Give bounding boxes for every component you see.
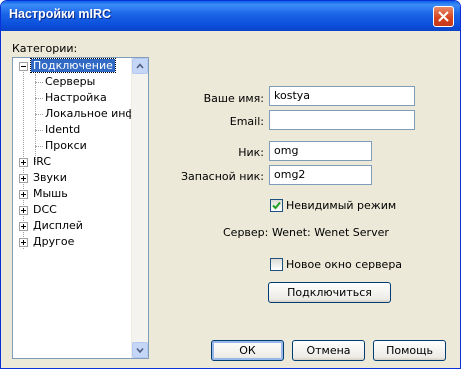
tree-item-label: Локальное инфо [45, 107, 142, 120]
email-label: Email: [229, 115, 264, 128]
expand-icon[interactable] [19, 158, 28, 167]
collapse-icon[interactable] [19, 62, 28, 71]
server-value: Wenet: Wenet Server [272, 226, 389, 239]
window-title: Настройки mIRC [9, 7, 112, 21]
tree-item-label: Identd [45, 123, 81, 136]
altnick-field[interactable]: omg2 [269, 165, 372, 185]
tree-item-local-info[interactable]: Локальное инфо [45, 106, 142, 122]
scroll-down-button[interactable] [132, 342, 148, 358]
tree-connector [35, 114, 43, 115]
tree-item-dcc[interactable]: DCC [33, 202, 57, 218]
server-label: Сервер: [223, 226, 269, 239]
chevron-down-icon [136, 347, 144, 354]
ok-button[interactable]: ОК [211, 340, 284, 361]
dialog-body: Категории: Подключение Серверы Настройка… [4, 31, 457, 365]
invisible-label[interactable]: Невидимый режим [286, 199, 396, 212]
tree-connector [35, 98, 43, 99]
tree-item-label: Настройка [45, 91, 107, 104]
chevron-up-icon [136, 63, 144, 69]
close-icon [438, 11, 449, 22]
expand-icon[interactable] [19, 206, 28, 215]
tree-item-label: Звуки [33, 171, 67, 184]
expand-icon[interactable] [19, 190, 28, 199]
cancel-button[interactable]: Отмена [292, 340, 365, 361]
close-button[interactable] [433, 6, 454, 27]
expand-icon[interactable] [19, 174, 28, 183]
tree-item-display[interactable]: Дисплей [33, 218, 83, 234]
tree-item-label: Серверы [45, 75, 96, 88]
nick-label: Ник: [238, 146, 264, 159]
name-field[interactable]: kostya [269, 86, 415, 106]
nick-field[interactable]: omg [269, 141, 372, 161]
tree-item-label: Подключение [30, 58, 116, 73]
tree-connector [35, 74, 36, 162]
tree-item-label: Мышь [33, 187, 68, 200]
name-label: Ваше имя: [203, 92, 264, 105]
help-button[interactable]: Помощь [373, 340, 446, 361]
tree-item-sounds[interactable]: Звуки [33, 170, 67, 186]
tree-connector [35, 146, 43, 147]
settings-dialog: Настройки mIRC Категории: Подключение Се… [0, 0, 461, 369]
tree-item-other[interactable]: Другое [33, 234, 74, 250]
tree-scrollbar[interactable] [131, 58, 148, 358]
tree-item-label: Другое [33, 235, 75, 248]
tree-item-label: IRC [33, 155, 52, 168]
tree-item-identd[interactable]: Identd [45, 122, 80, 138]
tree-item-label: Дисплей [33, 219, 83, 232]
tree-item-irc[interactable]: IRC [33, 154, 51, 170]
tree-connector [35, 82, 43, 83]
tree-item-options[interactable]: Настройка [45, 90, 107, 106]
connect-button[interactable]: Подключиться [268, 282, 391, 303]
expand-icon[interactable] [19, 222, 28, 231]
categories-tree[interactable]: Подключение Серверы Настройка Локальное … [12, 57, 149, 359]
altnick-label: Запасной ник: [180, 170, 264, 183]
tree-item-label: DCC [33, 203, 57, 216]
tree-item-servers[interactable]: Серверы [45, 74, 95, 90]
title-bar[interactable]: Настройки mIRC [1, 1, 460, 31]
expand-icon[interactable] [19, 238, 28, 247]
email-field[interactable] [269, 110, 415, 130]
tree-item-label: Прокси [45, 139, 87, 152]
categories-label: Категории: [12, 42, 78, 55]
new-window-label[interactable]: Новое окно сервера [286, 258, 402, 271]
checkmark-icon [272, 201, 281, 210]
tree-item-mouse[interactable]: Мышь [33, 186, 68, 202]
tree-item-connection[interactable]: Подключение [30, 58, 116, 74]
new-window-checkbox[interactable] [270, 258, 283, 271]
invisible-checkbox[interactable] [270, 199, 283, 212]
tree-connector [35, 130, 43, 131]
scroll-up-button[interactable] [132, 58, 148, 74]
tree-item-proxy[interactable]: Прокси [45, 138, 87, 154]
